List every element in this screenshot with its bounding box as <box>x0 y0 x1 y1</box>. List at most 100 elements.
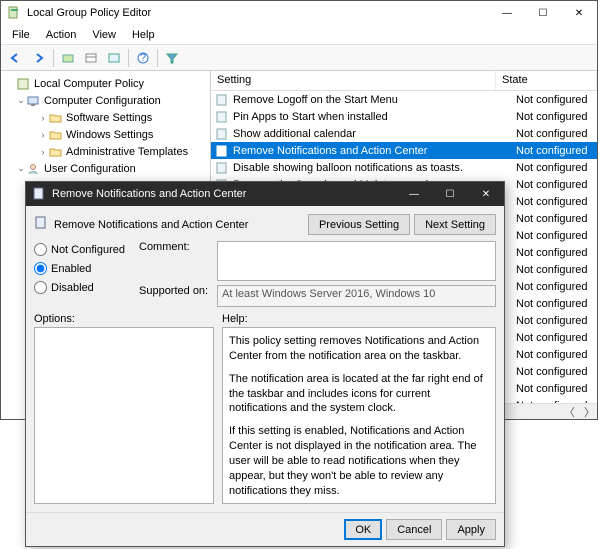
dialog-window-controls: — ☐ ✕ <box>396 182 504 206</box>
comment-input[interactable] <box>217 241 496 281</box>
dialog-heading: Remove Notifications and Action Center <box>34 216 304 233</box>
row-state: Not configured <box>496 298 597 310</box>
ok-button[interactable]: OK <box>344 519 382 540</box>
supported-label: Supported on: <box>139 285 211 307</box>
row-state: Not configured <box>496 162 597 174</box>
expand-icon[interactable]: › <box>37 147 49 157</box>
apply-button[interactable]: Apply <box>446 519 496 540</box>
row-state: Not configured <box>496 145 597 157</box>
previous-setting-button[interactable]: Previous Setting <box>308 214 410 235</box>
folder-icon <box>49 146 63 158</box>
maximize-button[interactable]: ☐ <box>525 1 561 25</box>
radio-not-configured[interactable]: Not Configured <box>34 243 129 256</box>
tree-cc-label: Computer Configuration <box>44 95 161 107</box>
tree-cc-child[interactable]: › Administrative Templates <box>3 143 208 160</box>
minimize-button[interactable]: — <box>489 1 525 25</box>
main-title: Local Group Policy Editor <box>27 7 489 19</box>
collapse-icon[interactable]: ⌄ <box>15 163 27 174</box>
row-state: Not configured <box>496 94 597 106</box>
radio-label: Not Configured <box>51 244 125 256</box>
row-name: Remove Logoff on the Start Menu <box>233 94 398 106</box>
row-state: Not configured <box>496 349 597 361</box>
row-state: Not configured <box>496 196 597 208</box>
help-button[interactable]: ? <box>132 47 154 69</box>
up-button[interactable] <box>57 47 79 69</box>
help-col: Help: This policy setting removes Notifi… <box>222 313 496 504</box>
expand-icon[interactable]: › <box>37 130 49 140</box>
menu-help[interactable]: Help <box>125 27 162 43</box>
setting-icon <box>215 145 229 157</box>
folder-icon <box>49 112 63 124</box>
back-button[interactable] <box>5 47 27 69</box>
radio-label: Enabled <box>51 263 91 275</box>
row-state: Not configured <box>496 315 597 327</box>
row-state: Not configured <box>496 264 597 276</box>
properties-button[interactable] <box>80 47 102 69</box>
menubar: File Action View Help <box>1 25 597 45</box>
row-name: Pin Apps to Start when installed <box>233 111 388 123</box>
col-setting[interactable]: Setting <box>211 71 496 90</box>
svg-text:?: ? <box>140 52 146 64</box>
help-p3: If this setting is enabled, Notification… <box>229 424 489 498</box>
tree-cc-child[interactable]: › Windows Settings <box>3 126 208 143</box>
forward-button[interactable] <box>28 47 50 69</box>
supported-value: At least Windows Server 2016, Windows 10 <box>217 285 496 307</box>
options-box[interactable] <box>34 327 214 504</box>
dialog-minimize[interactable]: — <box>396 182 432 206</box>
list-row[interactable]: Disable showing balloon notifications as… <box>211 159 597 176</box>
main-titlebar: Local Group Policy Editor — ☐ ✕ <box>1 1 597 25</box>
folder-icon <box>49 129 63 141</box>
list-row[interactable]: Pin Apps to Start when installed Not conf… <box>211 108 597 125</box>
dialog-footer: OK Cancel Apply <box>26 512 504 546</box>
expand-icon[interactable]: › <box>37 113 49 123</box>
dialog-header-row: Remove Notifications and Action Center P… <box>34 214 496 235</box>
row-name: Remove Notifications and Action Center <box>233 145 427 157</box>
row-state: Not configured <box>496 383 597 395</box>
dialog-close[interactable]: ✕ <box>468 182 504 206</box>
menu-action[interactable]: Action <box>39 27 84 43</box>
cancel-button[interactable]: Cancel <box>386 519 442 540</box>
computer-icon <box>27 95 41 107</box>
tree-label: Administrative Templates <box>66 146 188 158</box>
help-label: Help: <box>222 313 496 325</box>
row-state: Not configured <box>496 111 597 123</box>
tree-root[interactable]: Local Computer Policy <box>3 75 208 92</box>
help-box[interactable]: This policy setting removes Notification… <box>222 327 496 504</box>
policy-icon <box>32 187 46 201</box>
tree-uc[interactable]: ⌄ User Configuration <box>3 160 208 177</box>
row-state: Not configured <box>496 213 597 225</box>
tree-label: Windows Settings <box>66 129 153 141</box>
help-p1: This policy setting removes Notification… <box>229 334 489 364</box>
list-header: Setting State <box>211 71 597 91</box>
collapse-icon[interactable]: ⌄ <box>15 95 27 106</box>
radio-enabled[interactable]: Enabled <box>34 262 129 275</box>
list-row[interactable]: Remove Logoff on the Start Menu Not confi… <box>211 91 597 108</box>
tree-cc[interactable]: ⌄ Computer Configuration <box>3 92 208 109</box>
dialog-body: Remove Notifications and Action Center P… <box>26 206 504 512</box>
tree-label: Software Settings <box>66 112 152 124</box>
tree-cc-child[interactable]: › Software Settings <box>3 109 208 126</box>
dialog-title: Remove Notifications and Action Center <box>52 188 396 200</box>
filter-button[interactable] <box>161 47 183 69</box>
row-state: Not configured <box>496 179 597 191</box>
setting-icon <box>215 128 229 140</box>
policy-icon <box>17 78 31 90</box>
row-state: Not configured <box>496 366 597 378</box>
options-help-split: Options: Help: This policy setting remov… <box>34 313 496 504</box>
next-setting-button[interactable]: Next Setting <box>414 214 496 235</box>
menu-file[interactable]: File <box>5 27 37 43</box>
row-name: Show additional calendar <box>233 128 356 140</box>
dialog-maximize[interactable]: ☐ <box>432 182 468 206</box>
policy-dialog: Remove Notifications and Action Center —… <box>25 181 505 547</box>
toolbar-sep3 <box>157 49 158 67</box>
list-row[interactable]: Show additional calendarNot configured <box>211 125 597 142</box>
refresh-button[interactable] <box>103 47 125 69</box>
comment-row: Comment: <box>139 241 496 281</box>
supported-row: Supported on: At least Windows Server 20… <box>139 285 496 307</box>
row-state: Not configured <box>496 281 597 293</box>
close-button[interactable]: ✕ <box>561 1 597 25</box>
radio-disabled[interactable]: Disabled <box>34 281 129 294</box>
list-row[interactable]: Remove Notifications and Action Center No… <box>211 142 597 159</box>
menu-view[interactable]: View <box>85 27 123 43</box>
col-state[interactable]: State <box>496 71 597 90</box>
